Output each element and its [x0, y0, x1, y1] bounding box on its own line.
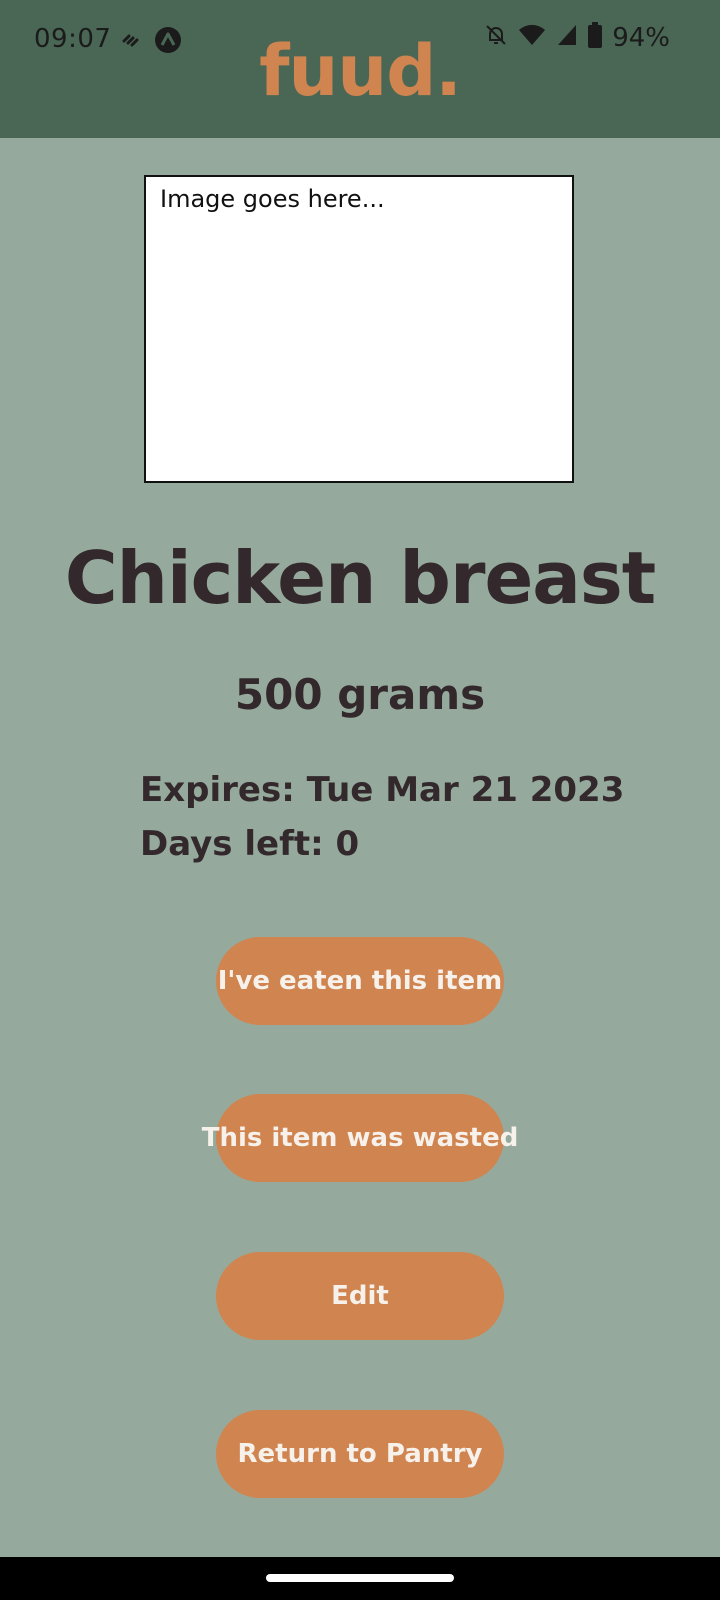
item-expiry-date: Expires: Tue Mar 21 2023	[140, 770, 625, 810]
image-placeholder-text: Image goes here...	[160, 185, 385, 213]
system-nav-bar	[0, 1557, 720, 1600]
return-to-pantry-button[interactable]: Return to Pantry	[216, 1410, 504, 1498]
home-indicator[interactable]	[266, 1574, 454, 1582]
eaten-button[interactable]: I've eaten this item	[216, 937, 504, 1025]
item-image-placeholder: Image goes here...	[144, 175, 574, 483]
item-quantity: 500 grams	[234, 670, 486, 719]
item-days-left: Days left: 0	[140, 824, 360, 864]
edit-button[interactable]: Edit	[216, 1252, 504, 1340]
wasted-button[interactable]: This item was wasted	[202, 1094, 518, 1182]
item-name: Chicken breast	[64, 536, 656, 620]
brand-logo: fuud.	[259, 30, 462, 112]
app-header: 09:07 94% fuud.	[0, 0, 720, 138]
